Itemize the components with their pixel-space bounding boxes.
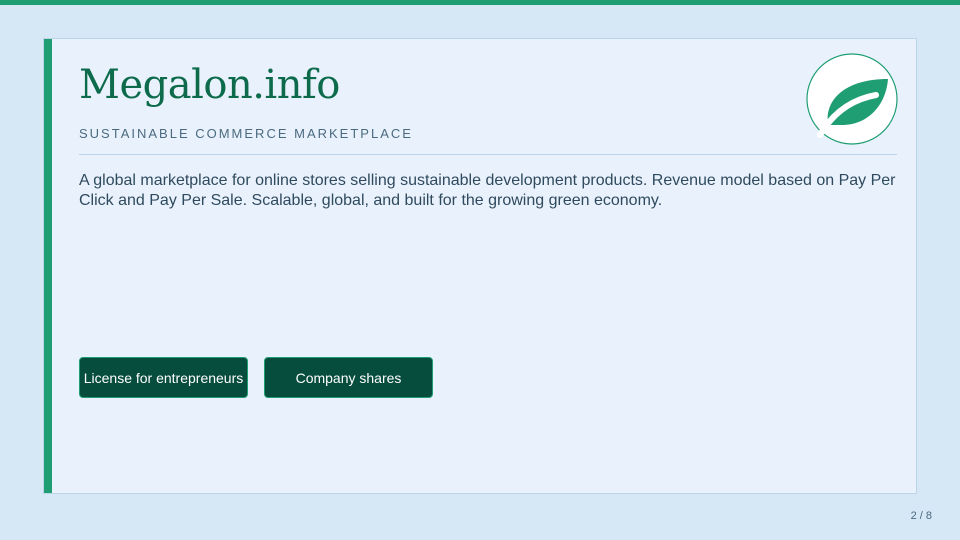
slide-card: Megalon.info SUSTAINABLE COMMERCE MARKET… [43,38,917,494]
top-accent-bar [0,0,960,5]
card-accent-stripe [44,39,52,493]
company-shares-button[interactable]: Company shares [264,357,433,398]
page-subtitle: SUSTAINABLE COMMERCE MARKETPLACE [79,126,413,141]
license-button[interactable]: License for entrepreneurs [79,357,248,398]
header-divider [79,154,897,155]
page-indicator: 2 / 8 [910,510,932,522]
leaf-icon [806,53,898,145]
description-text: A global marketplace for online stores s… [79,172,896,209]
page-title: Megalon.info [79,62,340,108]
